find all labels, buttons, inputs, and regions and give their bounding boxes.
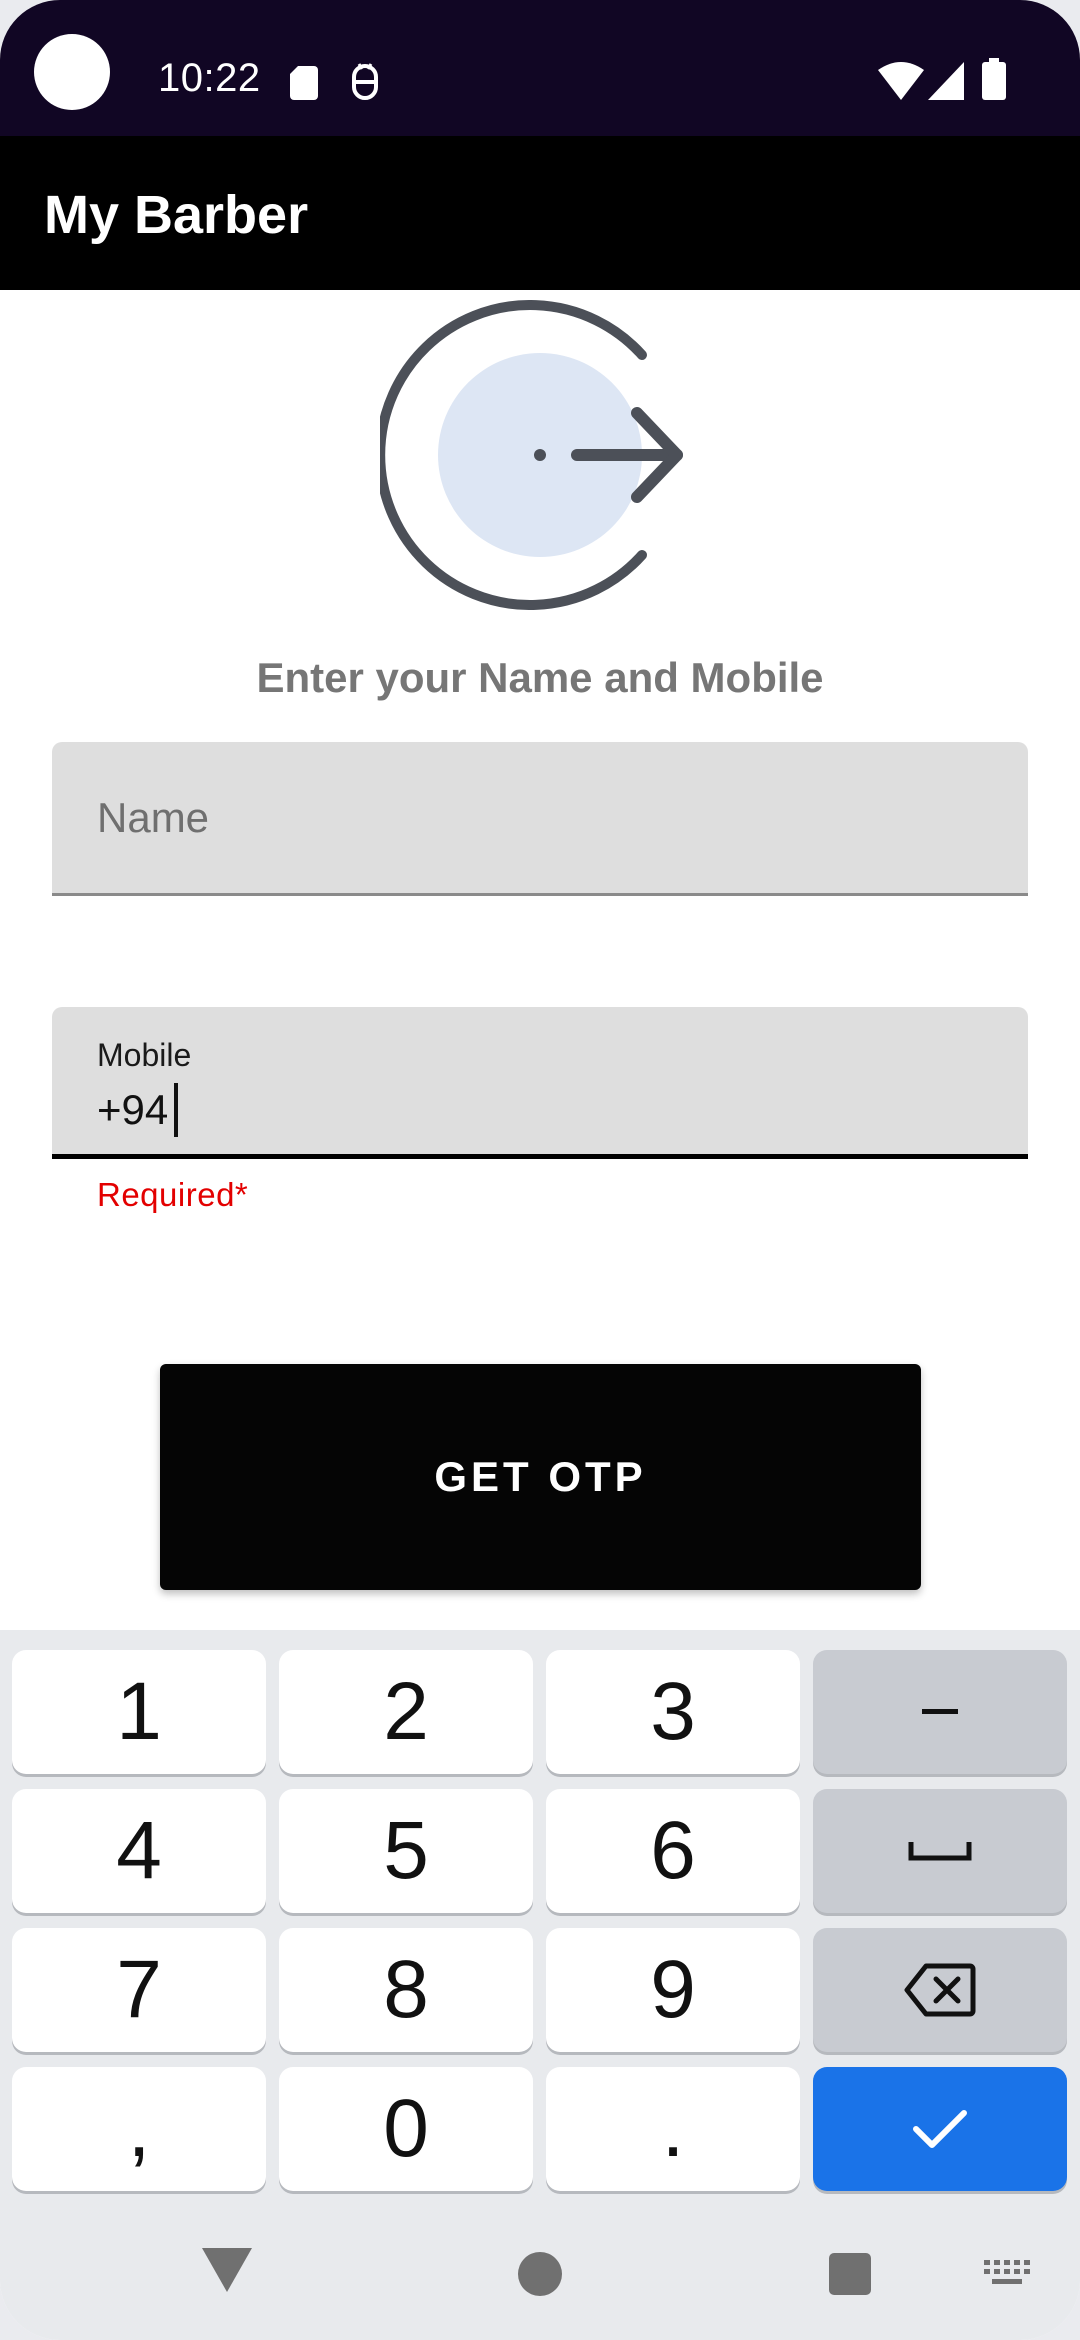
dash-icon <box>922 1709 958 1714</box>
accessibility-icon <box>352 63 378 100</box>
key-2[interactable]: 2 <box>279 1650 533 1774</box>
key-comma[interactable]: , <box>12 2067 266 2191</box>
numeric-keyboard: 1 2 3 4 5 6 7 8 9 , 0 . <box>0 1630 1080 2340</box>
key-done[interactable] <box>813 2067 1067 2191</box>
name-field[interactable]: Name <box>52 742 1028 896</box>
recents-icon[interactable] <box>829 2253 871 2295</box>
app-bar: My Barber <box>0 136 1080 290</box>
key-5[interactable]: 5 <box>279 1789 533 1913</box>
key-backspace[interactable] <box>813 1928 1067 2052</box>
key-0[interactable]: 0 <box>279 2067 533 2191</box>
key-period[interactable]: . <box>546 2067 800 2191</box>
space-icon <box>908 1842 972 1861</box>
mobile-value: +94 <box>97 1086 169 1133</box>
key-7[interactable]: 7 <box>12 1928 266 2052</box>
sd-card-icon <box>290 66 318 100</box>
key-dash[interactable] <box>813 1650 1067 1774</box>
screen: 10:22 My Barber Enter your Name and Mobi… <box>0 0 1080 2340</box>
login-icon <box>380 300 683 610</box>
backspace-icon <box>904 1963 976 2017</box>
form-prompt: Enter your Name and Mobile <box>256 654 824 701</box>
text-cursor <box>174 1083 179 1137</box>
app-title: My Barber <box>44 185 309 245</box>
key-3[interactable]: 3 <box>546 1650 800 1774</box>
key-6[interactable]: 6 <box>546 1789 800 1913</box>
mobile-value-wrap: +94 <box>97 1083 179 1137</box>
keyboard-switch-icon[interactable] <box>984 2260 1030 2288</box>
get-otp-label: GET OTP <box>434 1453 647 1500</box>
key-1[interactable]: 1 <box>12 1650 266 1774</box>
key-4[interactable]: 4 <box>12 1789 266 1913</box>
key-space[interactable] <box>813 1789 1067 1913</box>
home-icon[interactable] <box>518 2252 562 2296</box>
status-bar: 10:22 <box>0 0 1080 136</box>
get-otp-button[interactable]: GET OTP <box>160 1364 921 1590</box>
back-icon[interactable] <box>202 2248 252 2292</box>
name-placeholder: Name <box>97 794 210 841</box>
mobile-label: Mobile <box>97 1037 192 1073</box>
key-8[interactable]: 8 <box>279 1928 533 2052</box>
camera-cutout <box>34 34 110 110</box>
wifi-icon <box>878 62 924 100</box>
checkmark-icon <box>913 2110 967 2148</box>
key-9[interactable]: 9 <box>546 1928 800 2052</box>
mobile-error: Required* <box>97 1176 249 1213</box>
mobile-field[interactable]: Mobile +94 <box>52 1007 1028 1159</box>
status-time: 10:22 <box>158 56 261 100</box>
signal-icon <box>928 62 964 100</box>
battery-icon <box>982 58 1006 100</box>
